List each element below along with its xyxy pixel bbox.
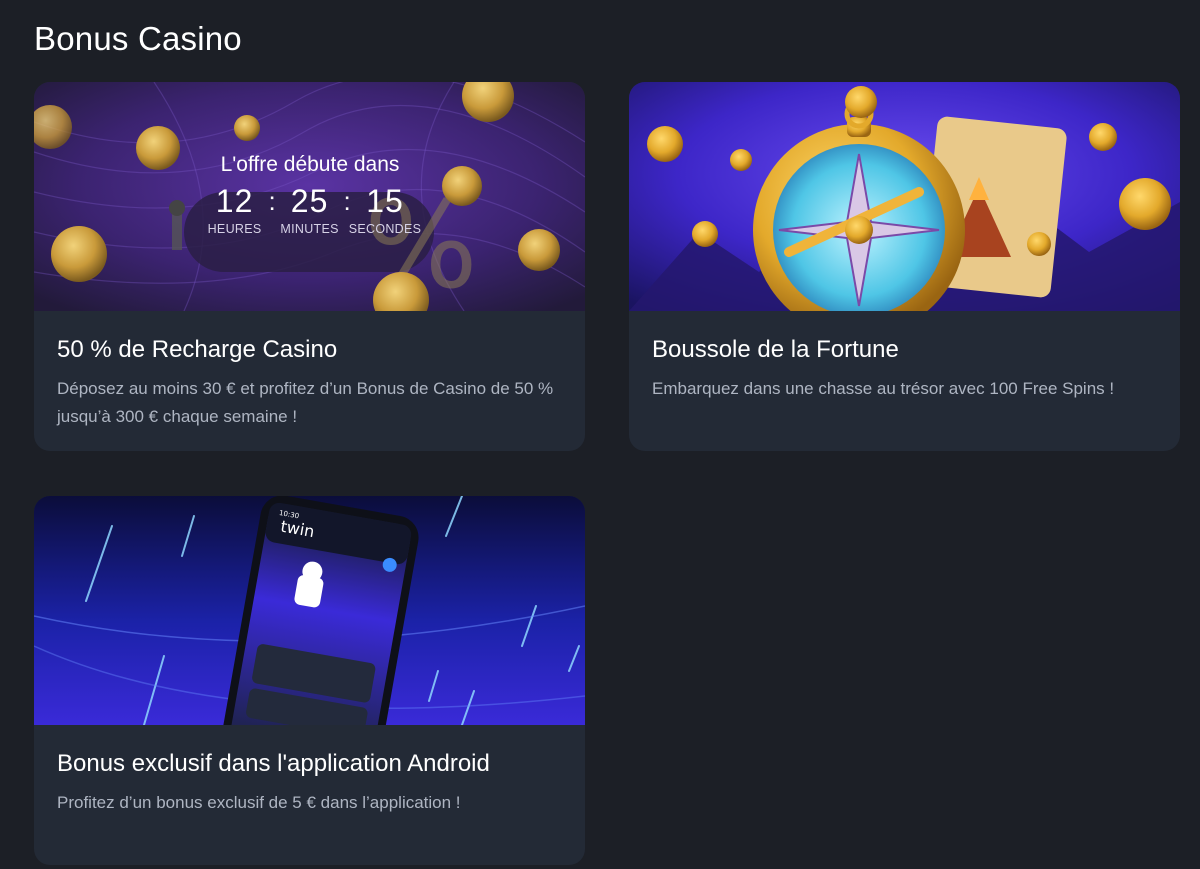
countdown-minutes: 25 MINUTES xyxy=(277,184,342,236)
bonus-card-android-app[interactable]: twin 10:30 Bonus exclusif dans l'applica… xyxy=(34,496,585,865)
bonus-card-title: 50 % de Recharge Casino xyxy=(57,336,338,363)
android-app-illustration: twin 10:30 xyxy=(34,496,585,725)
bonus-card-body: Boussole de la Fortune Embarquez dans un… xyxy=(629,311,1180,451)
countdown-heading: L'offre débute dans xyxy=(220,153,400,176)
page-title: Bonus Casino xyxy=(34,20,242,57)
countdown-hours-label: HEURES xyxy=(207,222,262,236)
countdown-minutes-label: MINUTES xyxy=(280,222,339,236)
countdown-hours-value: 12 xyxy=(215,183,254,219)
bonus-card-title: Bonus exclusif dans l'application Androi… xyxy=(57,750,490,777)
bonus-card-body: 50 % de Recharge Casino Déposez au moins… xyxy=(34,311,585,451)
countdown-separator: : xyxy=(343,186,351,216)
countdown-seconds-label: SECONDES xyxy=(348,222,422,236)
countdown-seconds-value: 15 xyxy=(366,183,404,219)
compass-treasure-illustration xyxy=(629,82,1180,311)
bonus-card-description: Embarquez dans une chasse au trésor avec… xyxy=(652,379,1115,398)
bonus-casino-page: Bonus Casino % L'offre débute dans 12 HE… xyxy=(0,0,1200,869)
countdown-minutes-value: 25 xyxy=(290,183,329,219)
bonus-card-description: Profitez d’un bonus exclusif de 5 € dans… xyxy=(57,793,461,812)
bonus-card-recharge[interactable]: % L'offre débute dans 12 HEURES: 25 MIN… xyxy=(34,82,585,451)
countdown-hours: 12 HEURES xyxy=(202,184,267,236)
bonus-card-image xyxy=(629,82,1180,311)
bonus-card-image: % L'offre débute dans 12 HEURES: 25 MIN… xyxy=(34,82,585,311)
countdown-seconds: 15 SECONDES xyxy=(349,183,421,236)
bonus-card-body: Bonus exclusif dans l'application Androi… xyxy=(34,725,585,865)
bonus-card-title: Boussole de la Fortune xyxy=(652,336,899,363)
countdown-separator: : xyxy=(268,186,276,216)
bonus-card-image: twin 10:30 xyxy=(34,496,585,725)
bonus-card-description: Déposez au moins 30 € et profitez d’un B… xyxy=(57,379,554,426)
bonus-card-fortune-compass[interactable]: Boussole de la Fortune Embarquez dans un… xyxy=(629,82,1180,451)
countdown-timer: L'offre débute dans 12 HEURES : 25 MINUT… xyxy=(202,152,421,236)
